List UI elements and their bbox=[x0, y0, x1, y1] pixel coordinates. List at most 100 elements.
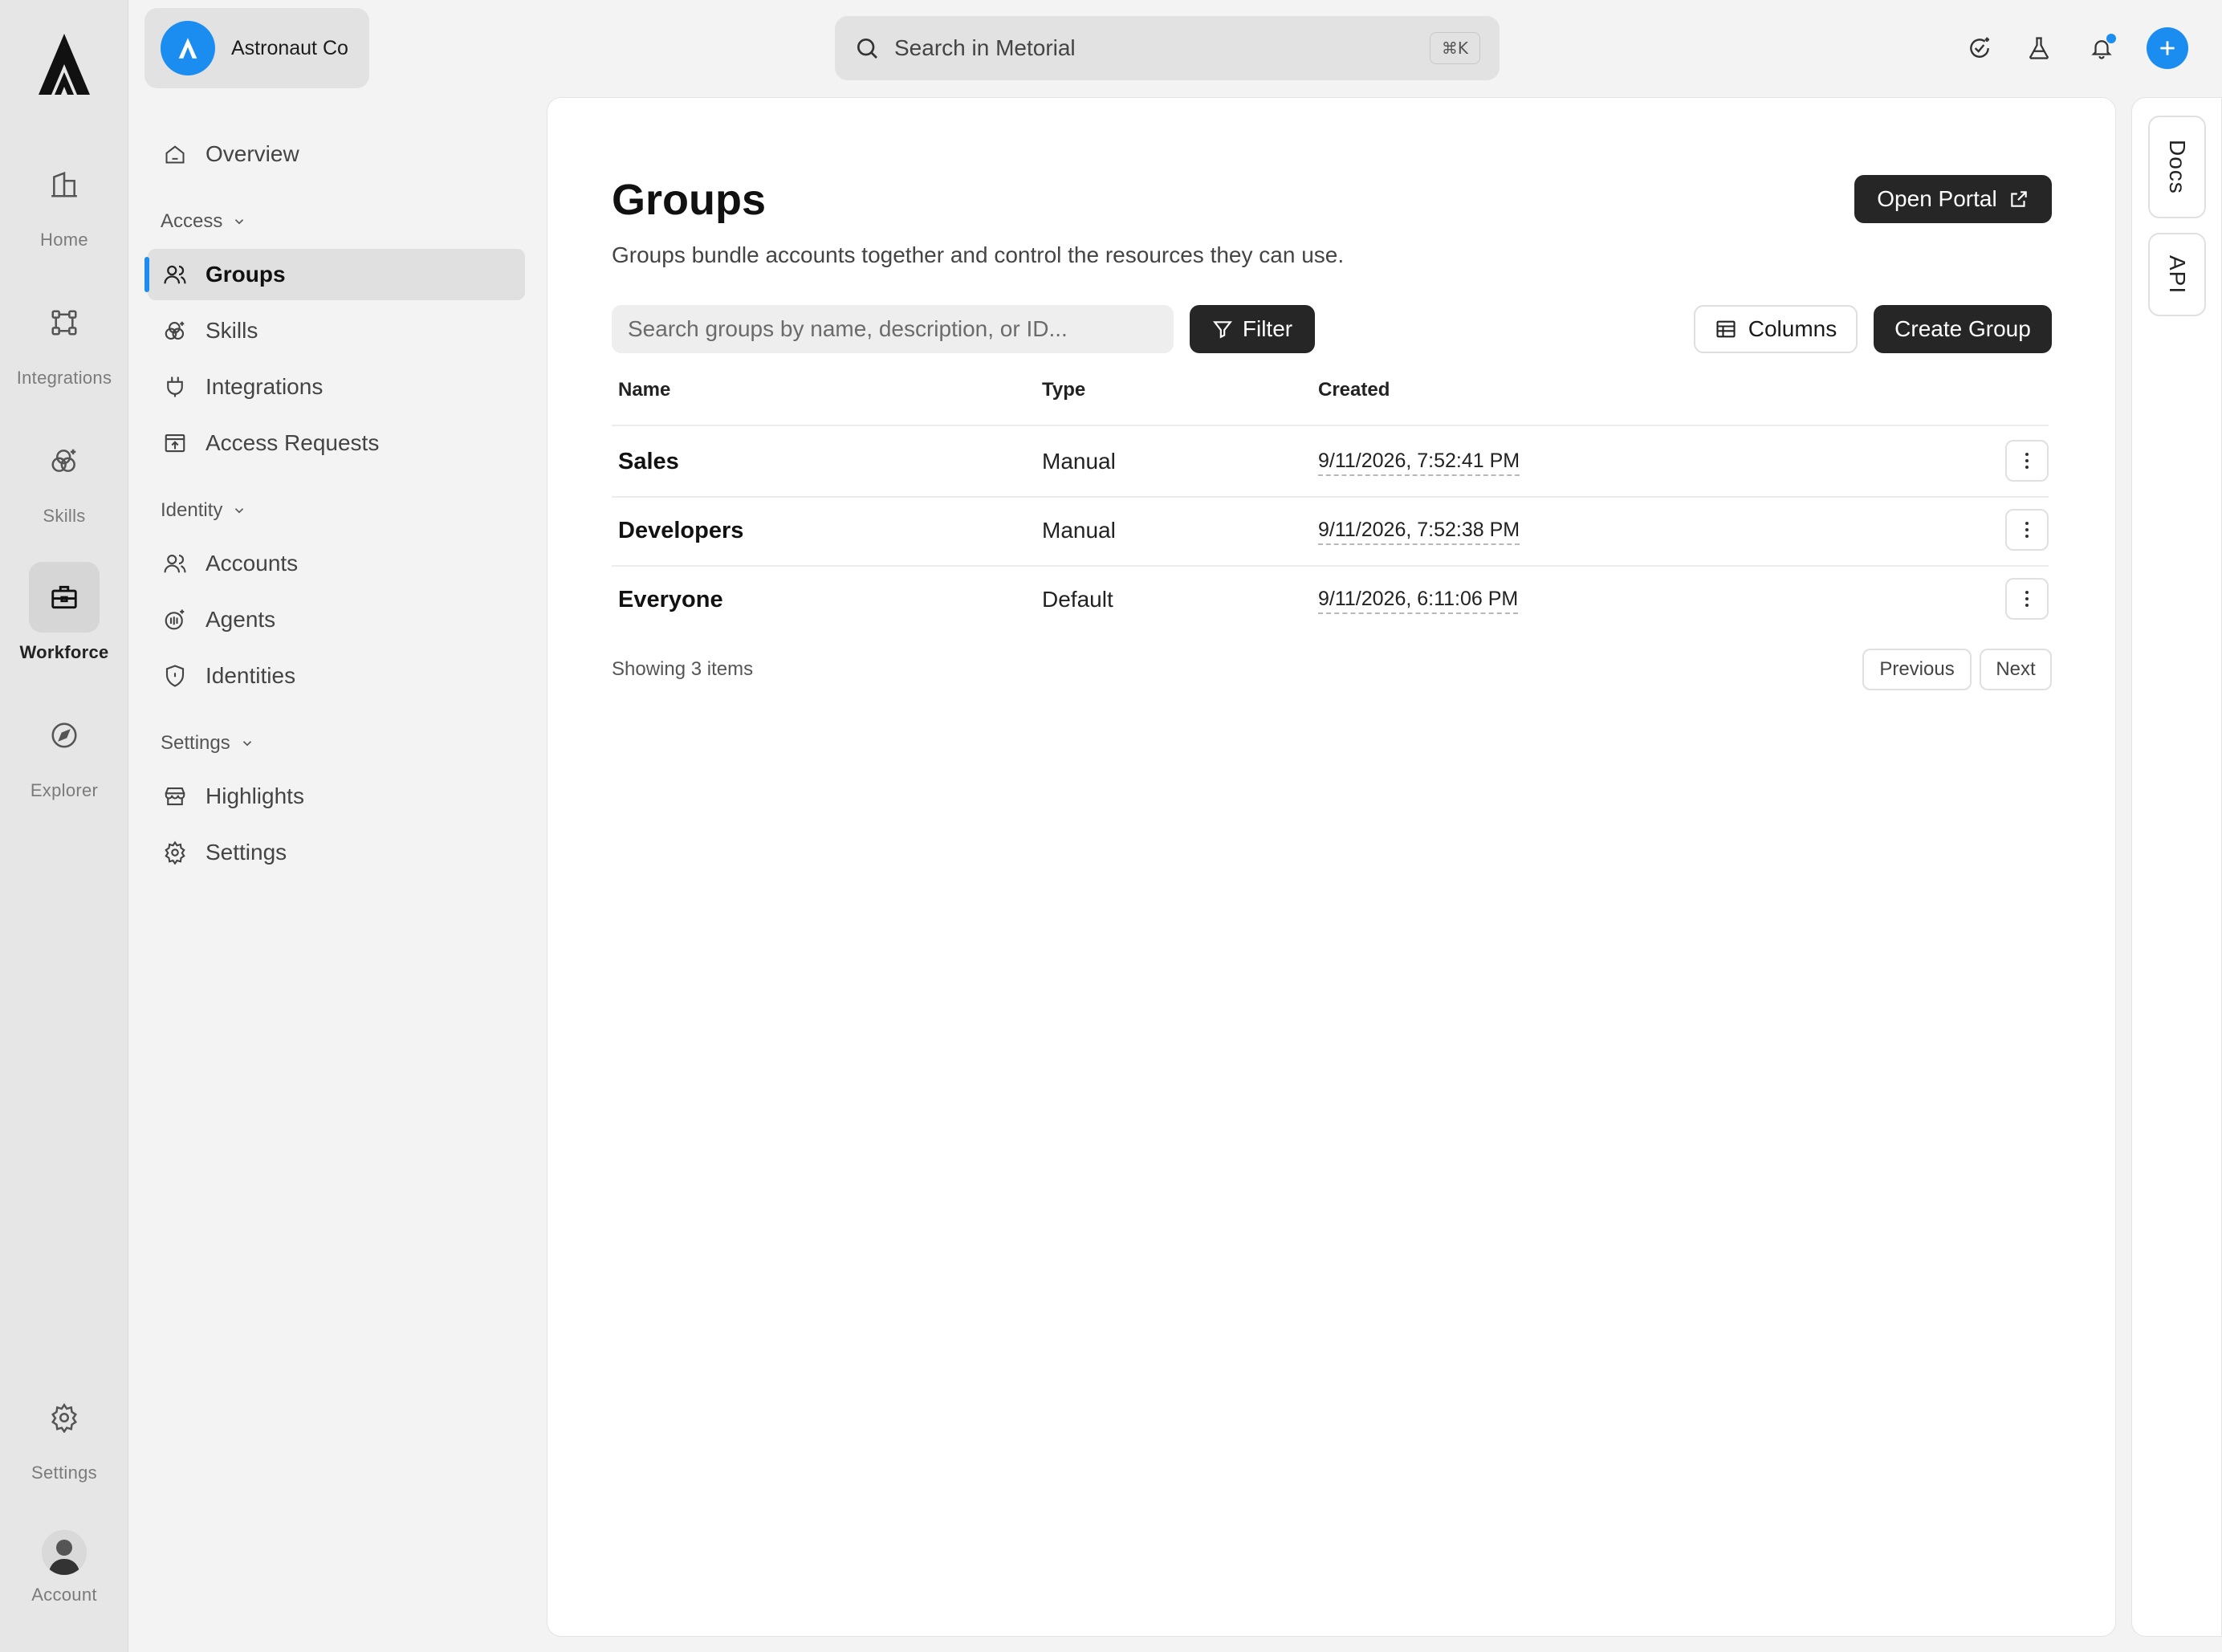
more-vertical-icon bbox=[2025, 591, 2029, 607]
more-vertical-icon bbox=[2025, 453, 2029, 469]
briefcase-icon bbox=[29, 562, 100, 633]
table-row[interactable]: Everyone Default 9/11/2026, 6:11:06 PM bbox=[612, 565, 2049, 634]
gear-icon bbox=[162, 840, 188, 865]
search-icon bbox=[857, 39, 877, 59]
group-name[interactable]: Developers bbox=[618, 496, 743, 565]
gear-icon bbox=[29, 1382, 100, 1453]
group-created: 9/11/2026, 6:11:06 PM bbox=[1318, 588, 1519, 614]
rail-item-integrations[interactable]: Integrations bbox=[0, 287, 128, 389]
column-header-name[interactable]: Name bbox=[618, 379, 670, 401]
section-label: Access bbox=[161, 210, 223, 232]
compass-icon bbox=[29, 700, 100, 771]
rail-label: Home bbox=[40, 230, 88, 250]
sidebar-item-groups[interactable]: Groups bbox=[144, 249, 525, 300]
filter-label: Filter bbox=[1242, 316, 1293, 341]
group-created: 9/11/2026, 7:52:38 PM bbox=[1318, 519, 1520, 545]
section-settings[interactable]: Settings bbox=[161, 732, 254, 755]
item-count: Showing 3 items bbox=[612, 658, 754, 680]
tab-api-label: API bbox=[2165, 254, 2190, 295]
group-name[interactable]: Everyone bbox=[618, 565, 723, 634]
rail-item-workforce[interactable]: Workforce bbox=[0, 562, 128, 663]
rail-label: Explorer bbox=[30, 780, 99, 800]
users-icon bbox=[162, 262, 188, 287]
table-row[interactable]: Developers Manual 9/11/2026, 7:52:38 PM bbox=[612, 496, 2049, 565]
chevron-down-icon bbox=[242, 741, 251, 747]
avatar bbox=[42, 1530, 87, 1575]
notification-dot bbox=[2106, 34, 2116, 43]
rail-label: Settings bbox=[31, 1463, 97, 1483]
home-icon bbox=[162, 141, 188, 167]
section-label: Settings bbox=[161, 732, 230, 754]
org-switcher[interactable]: Astronaut Co bbox=[144, 8, 369, 88]
open-portal-button[interactable]: Open Portal bbox=[1854, 175, 2052, 223]
store-icon bbox=[162, 783, 188, 809]
group-created: 9/11/2026, 7:52:41 PM bbox=[1318, 450, 1520, 476]
plus-icon bbox=[2160, 41, 2175, 55]
sidebar-item-integrations[interactable]: Integrations bbox=[148, 361, 525, 413]
rail-item-home[interactable]: Home bbox=[0, 149, 128, 250]
nodes-icon bbox=[29, 287, 100, 358]
table-row[interactable]: Sales Manual 9/11/2026, 7:52:41 PM bbox=[612, 427, 2049, 496]
rail-item-explorer[interactable]: Explorer bbox=[0, 700, 128, 801]
section-label: Identity bbox=[161, 499, 223, 521]
sidebar-item-skills[interactable]: Skills bbox=[148, 305, 525, 356]
main-panel: Groups Groups bundle accounts together a… bbox=[547, 97, 2116, 1637]
sidebar-item-identities[interactable]: Identities bbox=[148, 650, 525, 702]
icon-rail: Home Integrations Skills Workforce Explo bbox=[0, 0, 128, 1652]
sidebar-item-overview[interactable]: Overview bbox=[148, 128, 525, 180]
open-portal-label: Open Portal bbox=[1877, 186, 1997, 211]
column-header-type[interactable]: Type bbox=[1042, 379, 1085, 401]
skills-icon bbox=[162, 318, 188, 344]
labs-button[interactable] bbox=[2015, 24, 2063, 72]
previous-page-button[interactable]: Previous bbox=[1862, 649, 1972, 690]
columns-button[interactable]: Columns bbox=[1694, 305, 1858, 353]
org-name: Astronaut Co bbox=[231, 36, 348, 59]
filter-icon bbox=[1212, 321, 1232, 339]
sidebar-item-settings[interactable]: Settings bbox=[148, 827, 525, 878]
filter-button[interactable]: Filter bbox=[1190, 305, 1315, 353]
row-menu-button[interactable] bbox=[2005, 578, 2049, 620]
group-type: Default bbox=[1042, 587, 1113, 612]
refresh-chat-button[interactable] bbox=[1955, 24, 2004, 72]
app-root: Home Integrations Skills Workforce Explo bbox=[0, 0, 2222, 1652]
rail-item-skills[interactable]: Skills bbox=[0, 425, 128, 527]
row-menu-button[interactable] bbox=[2005, 509, 2049, 551]
row-menu-button[interactable] bbox=[2005, 440, 2049, 482]
next-page-button[interactable]: Next bbox=[1980, 649, 2052, 690]
tab-api[interactable]: API bbox=[2148, 233, 2206, 316]
sidebar-item-label: Highlights bbox=[206, 783, 304, 808]
page-title: Groups bbox=[612, 176, 767, 224]
shield-icon bbox=[162, 663, 188, 689]
section-identity[interactable]: Identity bbox=[161, 499, 246, 522]
sidebar-item-label: Access Requests bbox=[206, 430, 380, 455]
rail-item-account[interactable]: Account bbox=[0, 1530, 128, 1605]
global-search[interactable]: Search in Metorial ⌘K bbox=[835, 16, 1500, 80]
column-header-created[interactable]: Created bbox=[1318, 379, 1390, 401]
plug-icon bbox=[162, 374, 188, 400]
sidebar-item-access-requests[interactable]: Access Requests bbox=[148, 417, 525, 469]
notifications-button[interactable] bbox=[2078, 24, 2126, 72]
sidebar-item-highlights[interactable]: Highlights bbox=[148, 771, 525, 822]
users-icon bbox=[162, 551, 188, 576]
rail-label: Workforce bbox=[19, 642, 109, 662]
groups-search-input[interactable] bbox=[612, 305, 1174, 353]
nav-sidebar: Astronaut Co Overview Access Groups Skil… bbox=[128, 0, 546, 1652]
create-group-label: Create Group bbox=[1894, 316, 2031, 341]
sidebar-item-agents[interactable]: Agents bbox=[148, 594, 525, 645]
refresh-icon bbox=[1970, 37, 1989, 58]
building-icon bbox=[29, 149, 100, 220]
inbox-icon bbox=[162, 430, 188, 456]
rail-label: Skills bbox=[43, 506, 86, 526]
tab-docs[interactable]: Docs bbox=[2148, 116, 2206, 218]
rail-item-settings[interactable]: Settings bbox=[0, 1382, 128, 1483]
rail-label: Account bbox=[31, 1585, 97, 1605]
group-name[interactable]: Sales bbox=[618, 427, 679, 496]
sidebar-item-accounts[interactable]: Accounts bbox=[148, 538, 525, 589]
org-logo bbox=[161, 21, 215, 75]
metorial-logo[interactable] bbox=[35, 31, 93, 98]
section-access[interactable]: Access bbox=[161, 210, 246, 233]
create-group-button[interactable]: Create Group bbox=[1874, 305, 2052, 353]
skills-icon bbox=[29, 425, 100, 496]
page-subtitle: Groups bundle accounts together and cont… bbox=[612, 242, 1345, 267]
create-new-button[interactable] bbox=[2147, 27, 2188, 69]
